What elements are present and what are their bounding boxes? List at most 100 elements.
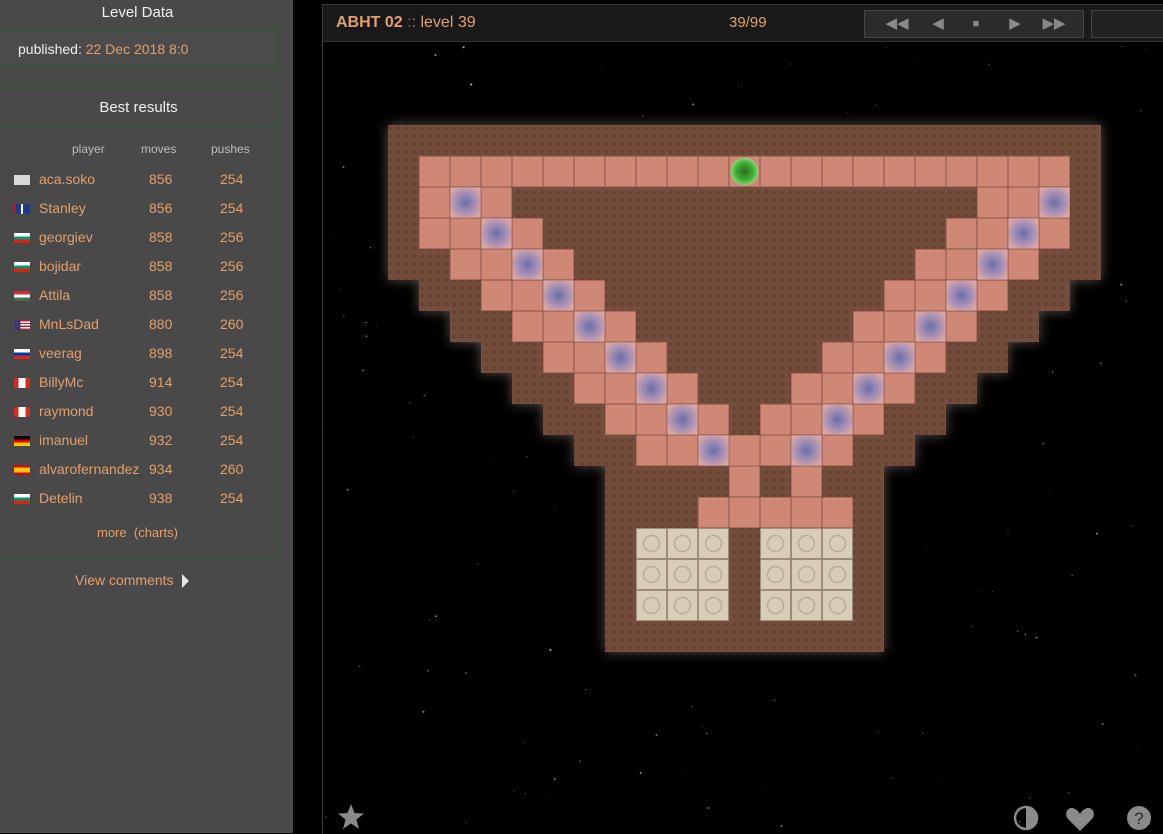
star xyxy=(1068,792,1070,794)
floor-tile xyxy=(574,342,605,373)
view-comments-link[interactable]: View comments xyxy=(75,572,189,589)
floor-tile xyxy=(1008,187,1039,218)
spain-flag-icon xyxy=(14,465,30,475)
star xyxy=(584,688,587,691)
floor-tile xyxy=(481,249,512,280)
goal-tile xyxy=(791,559,822,590)
star xyxy=(1074,493,1076,494)
floor-tile xyxy=(760,156,791,187)
player-name[interactable]: MnLsDad xyxy=(39,316,99,332)
player-name[interactable]: aca.soko xyxy=(39,171,95,187)
star xyxy=(512,490,515,493)
star xyxy=(700,725,703,728)
result-row: BillyMc 914 254 xyxy=(0,374,278,403)
star-icon[interactable] xyxy=(336,803,366,831)
goal-tile xyxy=(791,528,822,559)
player-name[interactable]: Stanley xyxy=(39,200,86,216)
box-tile xyxy=(481,218,512,249)
box-tile xyxy=(698,435,729,466)
star xyxy=(358,665,361,668)
goal-tile xyxy=(667,590,698,621)
star xyxy=(554,506,556,508)
goal-tile xyxy=(760,528,791,559)
goal-tile xyxy=(698,528,729,559)
star xyxy=(1125,300,1127,303)
floor-tile xyxy=(512,218,543,249)
heart-icon[interactable] xyxy=(1065,806,1095,832)
box-tile xyxy=(946,280,977,311)
player-name[interactable]: Attila xyxy=(39,287,70,303)
player-name[interactable]: veerag xyxy=(39,345,82,361)
result-row: veerag 898 254 xyxy=(0,345,278,374)
floor-tile xyxy=(1008,156,1039,187)
floor-tile xyxy=(1008,249,1039,280)
bulgaria-flag-icon xyxy=(14,233,30,243)
floor-tile xyxy=(822,156,853,187)
floor-tile xyxy=(946,249,977,280)
box-tile xyxy=(791,435,822,466)
level-navigation: ◀◀ ◀ ■ ▶ ▶▶ xyxy=(864,10,1084,38)
next-level-button[interactable]: ▶ xyxy=(996,11,1034,37)
bulgaria-flag-icon xyxy=(14,262,30,272)
game-toolbar: ABHT 02 :: level 39 39/99 ◀◀ ◀ ■ ▶ ▶▶ xyxy=(323,5,1163,42)
star xyxy=(1121,45,1123,48)
first-level-button[interactable]: ◀◀ xyxy=(878,11,916,37)
moves-value: 932 xyxy=(149,432,173,448)
charts-link[interactable]: (charts) xyxy=(134,525,178,540)
player-name[interactable]: Detelin xyxy=(39,490,83,506)
star xyxy=(408,401,411,404)
star xyxy=(707,806,710,810)
help-icon[interactable]: ? xyxy=(1126,805,1152,831)
result-row: georgiev 858 256 xyxy=(0,229,278,258)
last-level-button[interactable]: ▶▶ xyxy=(1035,11,1073,37)
box-tile xyxy=(512,249,543,280)
result-row: Detelin 938 254 xyxy=(0,490,278,519)
player-name[interactable]: bojidar xyxy=(39,258,81,274)
result-row: Attila 858 256 xyxy=(0,287,278,316)
floor-tile xyxy=(946,218,977,249)
floor-tile xyxy=(977,280,1008,311)
floor-tile xyxy=(853,311,884,342)
star xyxy=(873,50,874,52)
stop-button[interactable]: ■ xyxy=(957,11,995,37)
box-tile xyxy=(1008,218,1039,249)
floor-tile xyxy=(822,373,853,404)
player-name[interactable]: BillyMc xyxy=(39,374,83,390)
more-link[interactable]: more xyxy=(97,525,127,540)
goal-tile xyxy=(667,559,698,590)
star xyxy=(1047,493,1049,495)
player-name[interactable]: alvarofernandez xyxy=(39,461,139,477)
player-name[interactable]: imanuel xyxy=(39,432,88,448)
floor-tile xyxy=(884,373,915,404)
more-links: more (charts) xyxy=(97,525,178,540)
star xyxy=(531,425,532,427)
toolbar-extra-field[interactable] xyxy=(1091,10,1163,38)
moves-value: 858 xyxy=(149,287,173,303)
floor-tile xyxy=(884,280,915,311)
published-box: published: 22 Dec 2018 8:0 xyxy=(0,29,278,67)
last-icon: ▶▶ xyxy=(1042,15,1066,32)
star xyxy=(705,732,708,735)
published-value: 22 Dec 2018 8:0 xyxy=(85,41,189,57)
star xyxy=(639,771,642,774)
pushes-value: 254 xyxy=(220,403,244,419)
view-comments-label[interactable]: View comments xyxy=(75,572,174,588)
floor-tile xyxy=(791,373,822,404)
player-name[interactable]: georgiev xyxy=(39,229,93,245)
star xyxy=(1099,362,1102,365)
result-row: imanuel 932 254 xyxy=(0,432,278,461)
star xyxy=(691,705,693,708)
next-icon: ▶ xyxy=(1009,15,1021,32)
player-name[interactable]: raymond xyxy=(39,403,93,419)
game-board[interactable] xyxy=(323,5,1163,834)
star xyxy=(922,732,924,734)
floor-tile xyxy=(729,466,760,497)
previous-level-button[interactable]: ◀ xyxy=(919,11,957,37)
contrast-icon[interactable] xyxy=(1013,805,1039,831)
floor-tile xyxy=(853,404,884,435)
star xyxy=(434,54,437,57)
pushes-value: 254 xyxy=(220,374,244,390)
star xyxy=(333,238,335,240)
star xyxy=(641,115,644,118)
floor-tile xyxy=(977,187,1008,218)
